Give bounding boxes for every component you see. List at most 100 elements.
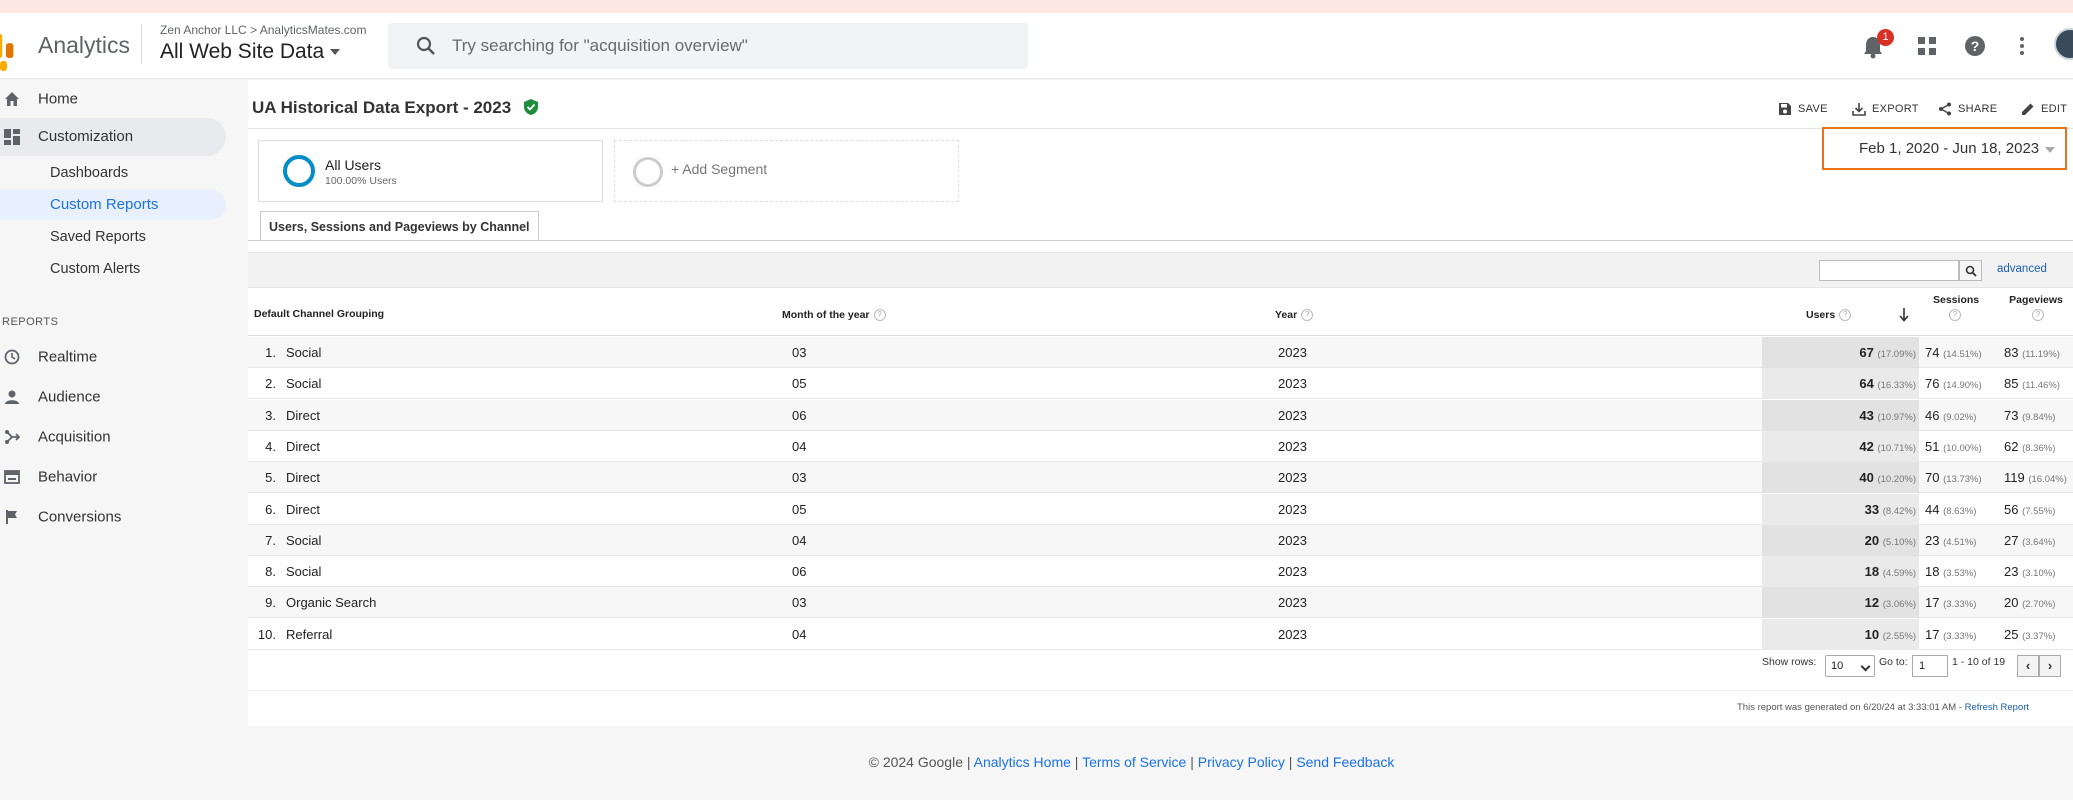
table-row[interactable]: 5. Direct 03 2023 40 (10.20%) 70 (13.73%) 119 … (248, 462, 2073, 494)
help-icon[interactable]: ? (1839, 309, 1852, 322)
sidebar-item-custom-alerts[interactable]: Custom Alerts (50, 261, 140, 277)
channel-link[interactable]: Organic Search (286, 595, 376, 610)
person-icon (5, 390, 19, 404)
column-header-pageviews[interactable]: Pageviews? (2008, 294, 2064, 321)
advanced-filter-link[interactable]: advanced (1997, 263, 2047, 275)
apps-grid-icon[interactable] (1917, 36, 1937, 56)
sidebar-item-behavior[interactable]: Behavior (0, 464, 200, 490)
table-row[interactable]: 2. Social 05 2023 64 (16.33%) 76 (14.90%) 85 (… (248, 368, 2073, 400)
share-button[interactable]: SHARE (1938, 102, 1997, 116)
sidebar-item-dashboards[interactable]: Dashboards (50, 165, 128, 181)
next-page-button[interactable]: › (2039, 655, 2061, 677)
sidebar-item-conversions[interactable]: Conversions (0, 504, 200, 530)
table-row[interactable]: 9. Organic Search 03 2023 12 (3.06%) 17 (3.33… (248, 587, 2073, 619)
edit-button[interactable]: EDIT (2021, 102, 2067, 116)
channel-link[interactable]: Referral (286, 627, 332, 642)
table-row[interactable]: 4. Direct 04 2023 42 (10.71%) 51 (10.00%) 62 (… (248, 430, 2073, 462)
sessions-number: 76 (1925, 376, 1940, 392)
search-icon (1965, 265, 1977, 277)
goto-page-input[interactable]: 1 (1912, 655, 1948, 677)
column-header-year[interactable]: Year? (1275, 309, 1314, 322)
sidebar-item-acquisition[interactable]: Acquisition (0, 424, 200, 450)
sessions-value: 18 (3.53%) (1925, 564, 1976, 579)
footer-link-feedback[interactable]: Send Feedback (1296, 754, 1394, 770)
previous-page-button[interactable]: ‹ (2017, 655, 2039, 677)
channel-link[interactable]: Direct (286, 470, 320, 485)
sessions-percent: (10.00%) (1943, 442, 1982, 454)
date-range-picker[interactable]: Feb 1, 2020 - Jun 18, 2023 (1822, 127, 2067, 170)
users-number: 33 (1864, 501, 1880, 517)
footer-link-privacy[interactable]: Privacy Policy (1198, 754, 1285, 770)
table-row[interactable]: 10. Referral 04 2023 10 (2.55%) 17 (3.33%) 25 … (248, 618, 2073, 650)
sessions-percent: (4.51%) (1943, 536, 1977, 548)
chevron-down-icon (2045, 147, 2055, 153)
analytics-logo-icon[interactable] (0, 30, 16, 58)
table-row[interactable]: 8. Social 06 2023 18 (4.59%) 18 (3.53%) 23 (3.… (248, 556, 2073, 588)
sidebar-item-realtime[interactable]: Realtime (0, 344, 200, 370)
month-value: 03 (792, 595, 807, 611)
column-header-sessions[interactable]: Sessions? (1933, 294, 1979, 321)
sessions-percent: (8.63%) (1943, 505, 1977, 517)
view-selector[interactable]: All Web Site Data (160, 40, 341, 64)
verified-shield-icon (523, 99, 538, 115)
pageviews-number: 62 (2004, 438, 2019, 454)
add-segment-button[interactable]: + Add Segment (614, 140, 959, 202)
sidebar-item-home[interactable]: Home (0, 86, 200, 112)
sessions-number: 74 (1925, 345, 1940, 360)
channel-link[interactable]: Social (286, 533, 321, 548)
channel-link[interactable]: Direct (286, 502, 320, 517)
sort-descending-arrow-icon[interactable] (1899, 308, 1909, 322)
year-value: 2023 (1278, 438, 1307, 454)
segment-all-users[interactable]: All Users 100.00% Users (258, 140, 603, 202)
table-row[interactable]: 7. Social 04 2023 20 (5.10%) 23 (4.51%) 27 (3.… (248, 524, 2073, 556)
pageviews-percent: (11.46%) (2022, 380, 2060, 392)
channel-link[interactable]: Direct (286, 439, 320, 454)
column-header-users[interactable]: Users? (1806, 309, 1852, 322)
help-icon[interactable]: ? (873, 309, 886, 322)
pageviews-number: 20 (2004, 595, 2019, 611)
sidebar-item-label: Acquisition (38, 428, 111, 446)
table-filter-search-button[interactable] (1959, 260, 1982, 281)
report-panel: UA Historical Data Export - 2023 SAVE EX… (248, 80, 2073, 726)
sidebar-item-customization[interactable]: Customization (0, 118, 226, 156)
table-filter-input[interactable] (1819, 260, 1959, 281)
search-bar[interactable]: Try searching for "acquisition overview" (388, 23, 1028, 69)
help-icon[interactable]: ? (1301, 309, 1314, 322)
sidebar-item-audience[interactable]: Audience (0, 384, 200, 410)
users-value: 18 (4.59%) (1768, 564, 1916, 579)
reports-section-header: REPORTS (2, 316, 59, 328)
help-icon[interactable]: ? (1949, 309, 1961, 321)
pageviews-number: 56 (2004, 501, 2019, 517)
table-row[interactable]: 3. Direct 06 2023 43 (10.97%) 46 (9.02%) 73 (9… (248, 399, 2073, 431)
table-row[interactable]: 6. Direct 05 2023 33 (8.42%) 44 (8.63%) 56 (7.… (248, 493, 2073, 525)
sessions-percent: (3.33%) (1943, 630, 1977, 642)
users-value: 64 (16.33%) (1768, 376, 1916, 391)
table-row[interactable]: 1. Social 03 2023 67 (17.09%) 74 (14.51%) 83 (… (248, 337, 2073, 368)
channel-link[interactable]: Direct (286, 408, 320, 423)
users-number: 67 (1859, 345, 1874, 360)
channel-link[interactable]: Social (286, 564, 321, 579)
help-icon[interactable]: ? (2032, 309, 2044, 321)
user-avatar[interactable] (2054, 28, 2073, 60)
column-header-channel[interactable]: Default Channel Grouping (254, 308, 384, 320)
save-icon (1779, 103, 1791, 115)
save-button[interactable]: SAVE (1778, 102, 1828, 116)
export-button[interactable]: EXPORT (1852, 102, 1919, 116)
show-rows-select[interactable]: 10 (1825, 655, 1875, 677)
column-header-month[interactable]: Month of the year? (782, 309, 886, 322)
channel-link[interactable]: Social (286, 376, 321, 391)
footer-link-terms[interactable]: Terms of Service (1082, 754, 1186, 770)
pageviews-percent: (2.70%) (2022, 599, 2056, 611)
help-icon[interactable]: ? (1964, 35, 1986, 57)
tab-users-sessions-pageviews[interactable]: Users, Sessions and Pageviews by Channel (260, 211, 539, 241)
more-vert-icon[interactable] (2018, 36, 2026, 56)
refresh-report-link[interactable]: Refresh Report (1965, 702, 2029, 713)
year-value: 2023 (1278, 532, 1307, 548)
account-breadcrumb[interactable]: Zen Anchor LLC > AnalyticsMates.com (160, 23, 366, 37)
users-number: 64 (1859, 376, 1874, 392)
app-name[interactable]: Analytics (38, 32, 130, 59)
footer-link-analytics-home[interactable]: Analytics Home (974, 754, 1071, 770)
channel-link[interactable]: Social (286, 345, 321, 360)
sidebar-item-saved-reports[interactable]: Saved Reports (50, 229, 146, 245)
sidebar-item-custom-reports[interactable]: Custom Reports (0, 190, 226, 220)
